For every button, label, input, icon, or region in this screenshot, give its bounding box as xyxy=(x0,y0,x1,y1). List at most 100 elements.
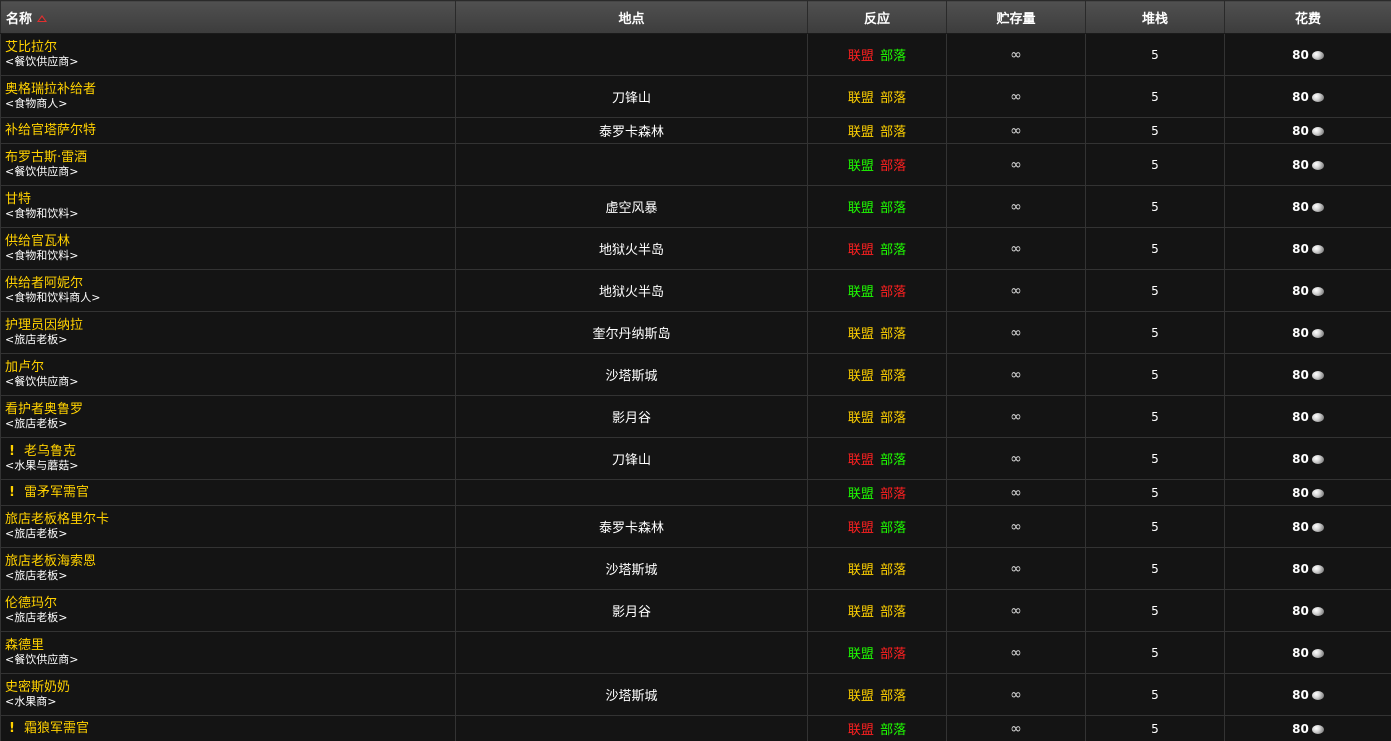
location-cell: 虚空风暴 xyxy=(455,185,808,228)
column-header-location[interactable]: 地点 xyxy=(455,0,808,34)
location-link[interactable]: 地狱火半岛 xyxy=(599,243,664,258)
name-cell: 艾比拉尔 <餐饮供应商> xyxy=(0,33,456,76)
npc-name-link[interactable]: 伦德玛尔 xyxy=(5,596,57,611)
location-link[interactable]: 沙塔斯城 xyxy=(605,689,657,704)
horde-reaction: 部落 xyxy=(880,285,907,300)
location-link[interactable]: 虚空风暴 xyxy=(605,201,657,216)
cost-cell: 80 xyxy=(1224,715,1391,741)
cost-cell: 80 xyxy=(1224,353,1391,396)
npc-name-link[interactable]: 霜狼军需官 xyxy=(24,721,89,736)
horde-reaction: 部落 xyxy=(880,487,907,502)
column-header-stock[interactable]: 贮存量 xyxy=(946,0,1086,34)
npc-name-link[interactable]: 加卢尔 xyxy=(5,360,44,375)
cost-value: 80 xyxy=(1292,325,1309,340)
infinite-stock: ∞ xyxy=(1010,484,1022,501)
cost-cell: 80 xyxy=(1224,395,1391,438)
npc-tag: <餐饮供应商> xyxy=(5,375,79,388)
table-row: 供给官瓦林 <食物和饮料> 地狱火半岛 联盟 部落 ∞ 5 80 xyxy=(0,227,1391,270)
cost-cell: 80 xyxy=(1224,547,1391,590)
npc-name-link[interactable]: 供给者阿妮尔 xyxy=(5,276,83,291)
table-row: 布罗古斯·雷酒 <餐饮供应商> 联盟 部落 ∞ 5 80 xyxy=(0,143,1391,186)
column-header-stack[interactable]: 堆栈 xyxy=(1085,0,1225,34)
stock-cell: ∞ xyxy=(946,185,1086,228)
table-row: 艾比拉尔 <餐饮供应商> 联盟 部落 ∞ 5 80 xyxy=(0,33,1391,76)
react-cell: 联盟 部落 xyxy=(807,395,947,438)
stack-cell: 5 xyxy=(1085,185,1225,228)
location-link[interactable]: 影月谷 xyxy=(612,411,651,426)
column-header-cost[interactable]: 花费 xyxy=(1224,0,1391,34)
location-link[interactable]: 地狱火半岛 xyxy=(599,285,664,300)
cost-cell: 80 xyxy=(1224,437,1391,480)
npc-tag: <旅店老板> xyxy=(5,333,68,346)
npc-name-link[interactable]: 布罗古斯·雷酒 xyxy=(5,150,87,165)
name-cell: 供给者阿妮尔 <食物和饮料商人> xyxy=(0,269,456,312)
name-cell: 供给官瓦林 <食物和饮料> xyxy=(0,227,456,270)
npc-tag: <食物和饮料> xyxy=(5,207,79,220)
react-cell: 联盟 部落 xyxy=(807,673,947,716)
horde-reaction: 部落 xyxy=(880,49,907,64)
infinite-stock: ∞ xyxy=(1010,366,1022,383)
stock-cell: ∞ xyxy=(946,479,1086,506)
npc-name-link[interactable]: 供给官瓦林 xyxy=(5,234,70,249)
cost-cell: 80 xyxy=(1224,505,1391,548)
table-row: ! 雷矛军需官 联盟 部落 ∞ 5 80 xyxy=(0,479,1391,506)
cost-cell: 80 xyxy=(1224,143,1391,186)
infinite-stock: ∞ xyxy=(1010,122,1022,139)
npc-name-link[interactable]: 旅店老板格里尔卡 xyxy=(5,512,109,527)
location-cell: 影月谷 xyxy=(455,589,808,632)
infinite-stock: ∞ xyxy=(1010,720,1022,737)
location-link[interactable]: 沙塔斯城 xyxy=(605,369,657,384)
stock-cell: ∞ xyxy=(946,715,1086,741)
horde-reaction: 部落 xyxy=(880,605,907,620)
column-header-react[interactable]: 反应 xyxy=(807,0,947,34)
horde-reaction: 部落 xyxy=(880,327,907,342)
name-cell: 加卢尔 <餐饮供应商> xyxy=(0,353,456,396)
location-link[interactable]: 泰罗卡森林 xyxy=(599,125,664,140)
location-link[interactable]: 影月谷 xyxy=(612,605,651,620)
infinite-stock: ∞ xyxy=(1010,450,1022,467)
infinite-stock: ∞ xyxy=(1010,324,1022,341)
npc-name-link[interactable]: 老乌鲁克 xyxy=(24,444,76,459)
npc-name-link[interactable]: 奥格瑞拉补给者 xyxy=(5,82,96,97)
npc-name-link[interactable]: 史密斯奶奶 xyxy=(5,680,70,695)
location-cell: 沙塔斯城 xyxy=(455,353,808,396)
cost-cell: 80 xyxy=(1224,75,1391,118)
stack-value: 5 xyxy=(1151,367,1159,382)
stack-value: 5 xyxy=(1151,123,1159,138)
alliance-reaction: 联盟 xyxy=(847,453,874,468)
silver-coin-icon xyxy=(1311,126,1324,136)
cost-cell: 80 xyxy=(1224,589,1391,632)
npc-name-link[interactable]: 旅店老板海索恩 xyxy=(5,554,96,569)
location-link[interactable]: 刀锋山 xyxy=(612,453,651,468)
stack-value: 5 xyxy=(1151,283,1159,298)
location-link[interactable]: 沙塔斯城 xyxy=(605,563,657,578)
horde-reaction: 部落 xyxy=(880,411,907,426)
location-link[interactable]: 奎尔丹纳斯岛 xyxy=(592,327,670,342)
name-cell: 旅店老板格里尔卡 <旅店老板> xyxy=(0,505,456,548)
npc-name-link[interactable]: 艾比拉尔 xyxy=(5,40,57,55)
silver-coin-icon xyxy=(1311,724,1324,734)
npc-name-link[interactable]: 雷矛军需官 xyxy=(24,485,89,500)
stack-value: 5 xyxy=(1151,687,1159,702)
cost-cell: 80 xyxy=(1224,631,1391,674)
cost-value: 80 xyxy=(1292,89,1309,104)
npc-name-link[interactable]: 看护者奥鲁罗 xyxy=(5,402,83,417)
location-cell xyxy=(455,143,808,186)
npc-name-link[interactable]: 甘特 xyxy=(5,192,31,207)
column-header-name[interactable]: 名称 xyxy=(0,0,456,34)
npc-name-link[interactable]: 森德里 xyxy=(5,638,44,653)
npc-name-link[interactable]: 补给官塔萨尔特 xyxy=(5,123,96,138)
npc-tag: <旅店老板> xyxy=(5,611,68,624)
silver-coin-icon xyxy=(1311,606,1324,616)
table-row: 供给者阿妮尔 <食物和饮料商人> 地狱火半岛 联盟 部落 ∞ 5 80 xyxy=(0,269,1391,312)
table-row: 伦德玛尔 <旅店老板> 影月谷 联盟 部落 ∞ 5 80 xyxy=(0,589,1391,632)
cost-cell: 80 xyxy=(1224,479,1391,506)
location-cell: 奎尔丹纳斯岛 xyxy=(455,311,808,354)
location-link[interactable]: 泰罗卡森林 xyxy=(599,521,664,536)
stock-cell: ∞ xyxy=(946,631,1086,674)
horde-reaction: 部落 xyxy=(880,453,907,468)
location-link[interactable]: 刀锋山 xyxy=(612,91,651,106)
cost-value: 80 xyxy=(1292,47,1309,62)
horde-reaction: 部落 xyxy=(880,563,907,578)
npc-name-link[interactable]: 护理员因纳拉 xyxy=(5,318,83,333)
